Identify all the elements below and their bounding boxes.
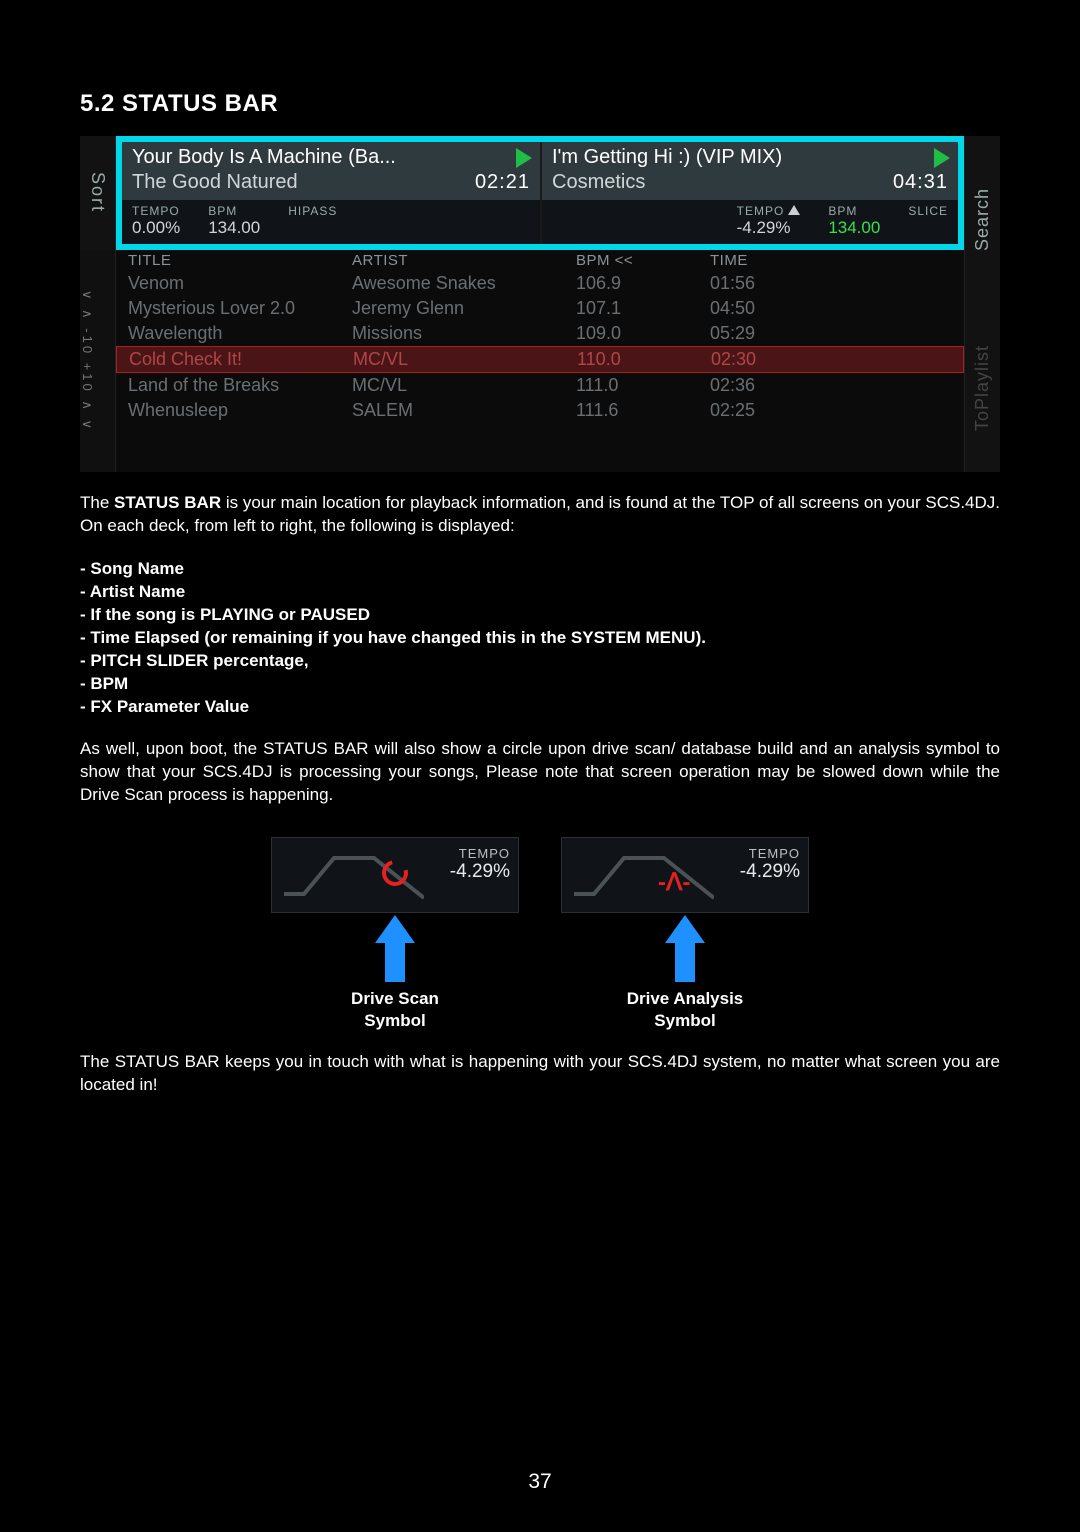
cell-bpm: 107.1: [576, 298, 706, 319]
deck-a-time: 02:21: [475, 171, 530, 194]
bullet-item: - Artist Name: [80, 581, 1000, 604]
arrow-icon: [375, 915, 415, 943]
table-row: Cold Check It!MC/VL110.002:30: [116, 346, 964, 373]
track-browser: ∨ ∧ -10 +10 ∧ ∨ TITLE ARTIST BPM << TIME…: [80, 250, 1000, 472]
cell-artist: MC/VL: [352, 375, 572, 396]
bpm-label: BPM: [828, 204, 880, 218]
cell-artist: Missions: [352, 323, 572, 344]
cell-artist: SALEM: [352, 400, 572, 421]
deck-b-bpm: 134.00: [828, 218, 880, 238]
drive-analysis-figure: -ᐱ- TEMPO -4.29% Drive AnalysisSymbol: [560, 837, 810, 1031]
drive-scan-figure: TEMPO -4.29% Drive ScanSymbol: [270, 837, 520, 1031]
search-rail: Search: [965, 136, 1000, 304]
screenshot-status-bar: Sort Your Body Is A Machine (Ba... The G…: [80, 136, 1000, 472]
bullet-item: - BPM: [80, 673, 1000, 696]
bullet-item: - Time Elapsed (or remaining if you have…: [80, 627, 1000, 650]
mini-panel: -ᐱ- TEMPO -4.29%: [561, 837, 809, 913]
drive-analysis-icon: -ᐱ-: [658, 868, 690, 897]
cell-bpm: 109.0: [576, 323, 706, 344]
tempo-label: TEMPO: [450, 846, 510, 861]
deck-b-time: 04:31: [893, 171, 948, 194]
mini-tempo-value: -4.29%: [740, 861, 800, 883]
cell-artist: Jeremy Glenn: [352, 298, 572, 319]
bullet-item: - FX Parameter Value: [80, 696, 1000, 719]
body-paragraph: As well, upon boot, the STATUS BAR will …: [80, 738, 1000, 807]
cell-title: Whenusleep: [128, 400, 348, 421]
body-paragraph: The STATUS BAR keeps you in touch with w…: [80, 1051, 1000, 1097]
cell-title: Land of the Breaks: [128, 375, 348, 396]
mini-panel: TEMPO -4.29%: [271, 837, 519, 913]
deck-b-artist: Cosmetics: [552, 171, 645, 194]
deck-b-song: I'm Getting Hi :) (VIP MIX): [552, 146, 948, 169]
figure-label: Drive AnalysisSymbol: [627, 988, 744, 1031]
cell-time: 02:36: [710, 375, 810, 396]
up-arrow-icon: [788, 205, 800, 215]
deck-b-tempo: -4.29%: [737, 218, 801, 238]
deck-a: Your Body Is A Machine (Ba... The Good N…: [122, 142, 540, 244]
page-number: 37: [0, 1470, 1080, 1494]
table-row: Land of the BreaksMC/VL111.002:36: [116, 373, 964, 398]
cell-bpm: 110.0: [577, 349, 707, 370]
deck-a-tempo: 0.00%: [132, 218, 180, 238]
table-row: WhenusleepSALEM111.602:25: [116, 398, 964, 423]
section-heading: 5.2 STATUS BAR: [80, 90, 1000, 118]
table-row: VenomAwesome Snakes106.901:56: [116, 271, 964, 296]
cell-title: Venom: [128, 273, 348, 294]
arrow-icon: [385, 942, 405, 982]
figure-label: Drive ScanSymbol: [351, 988, 439, 1031]
table-row: WavelengthMissions109.005:29: [116, 321, 964, 346]
deck-b: I'm Getting Hi :) (VIP MIX) Cosmetics 04…: [540, 142, 958, 244]
play-icon: [934, 148, 950, 168]
waveform-icon: [574, 850, 714, 902]
arrow-icon: [665, 915, 705, 943]
cell-bpm: 111.0: [576, 375, 706, 396]
tempo-label: TEMPO: [740, 846, 800, 861]
cell-time: 02:30: [711, 349, 811, 370]
cell-title: Mysterious Lover 2.0: [128, 298, 348, 319]
arrow-icon: [675, 942, 695, 982]
play-icon: [516, 148, 532, 168]
bullet-item: - Song Name: [80, 558, 1000, 581]
deck-a-bpm: 134.00: [208, 218, 260, 238]
cell-time: 02:25: [710, 400, 810, 421]
bullet-item: - PITCH SLIDER percentage,: [80, 650, 1000, 673]
cell-artist: Awesome Snakes: [352, 273, 572, 294]
cell-title: Wavelength: [128, 323, 348, 344]
cell-bpm: 106.9: [576, 273, 706, 294]
tempo-label: TEMPO: [737, 204, 801, 218]
cell-time: 01:56: [710, 273, 810, 294]
cell-time: 04:50: [710, 298, 810, 319]
mini-tempo-value: -4.29%: [450, 861, 510, 883]
cell-bpm: 111.6: [576, 400, 706, 421]
toplaylist-rail: ToPlaylist: [965, 304, 1000, 472]
fx-label: HIPASS: [288, 204, 337, 218]
bullet-list: - Song Name- Artist Name- If the song is…: [80, 558, 1000, 719]
cell-time: 05:29: [710, 323, 810, 344]
sort-rail: Sort: [80, 136, 116, 250]
nav-column: ∨ ∧ -10 +10 ∧ ∨: [80, 250, 116, 472]
fx-label: SLICE: [908, 204, 948, 218]
deck-a-artist: The Good Natured: [132, 171, 298, 194]
body-paragraph: The STATUS BAR is your main location for…: [80, 492, 1000, 538]
cell-artist: MC/VL: [353, 349, 573, 370]
status-bar-highlight: Your Body Is A Machine (Ba... The Good N…: [116, 136, 964, 250]
cell-title: Cold Check It!: [129, 349, 349, 370]
deck-a-song: Your Body Is A Machine (Ba...: [132, 146, 530, 169]
bullet-item: - If the song is PLAYING or PAUSED: [80, 604, 1000, 627]
tracklist-header: TITLE ARTIST BPM << TIME: [116, 250, 964, 271]
table-row: Mysterious Lover 2.0Jeremy Glenn107.104:…: [116, 296, 964, 321]
bpm-label: BPM: [208, 204, 260, 218]
tempo-label: TEMPO: [132, 204, 180, 218]
